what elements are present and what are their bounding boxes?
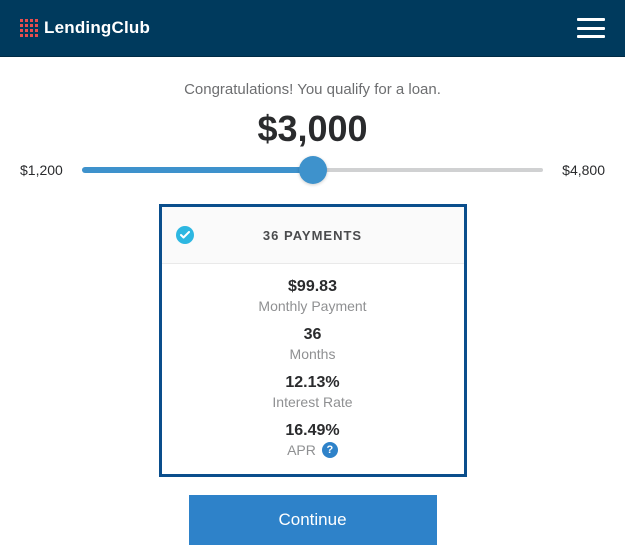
help-icon[interactable]: ?: [322, 442, 338, 458]
brand-logo: LendingClub: [20, 18, 150, 38]
monthly-payment-value: $99.83: [172, 278, 454, 296]
metric-monthly-payment: $99.83 Monthly Payment: [172, 278, 454, 314]
slider-min-label: $1,200: [20, 162, 76, 178]
offer-card-header: 36 PAYMENTS: [162, 207, 464, 264]
offer-title: 36 PAYMENTS: [263, 228, 362, 243]
metric-months: 36 Months: [172, 326, 454, 362]
metric-interest-rate: 12.13% Interest Rate: [172, 374, 454, 410]
offer-card: 36 PAYMENTS $99.83 Monthly Payment 36 Mo…: [159, 204, 467, 477]
menu-icon[interactable]: [577, 18, 605, 38]
months-label: Months: [172, 346, 454, 362]
slider-track[interactable]: [82, 167, 543, 173]
slider-max-label: $4,800: [549, 162, 605, 178]
slider-track-fill: [82, 167, 313, 173]
metric-apr: 16.49% APR ?: [172, 422, 454, 458]
loan-amount: $3,000: [0, 108, 625, 150]
monthly-payment-label: Monthly Payment: [172, 298, 454, 314]
apr-label: APR ?: [172, 442, 454, 458]
interest-rate-value: 12.13%: [172, 374, 454, 392]
continue-button[interactable]: Continue: [189, 495, 437, 545]
check-icon: [176, 226, 194, 244]
brand-name: LendingClub: [44, 18, 150, 38]
main-content: Congratulations! You qualify for a loan.…: [0, 57, 625, 545]
offer-card-body: $99.83 Monthly Payment 36 Months 12.13% …: [162, 264, 464, 474]
interest-rate-label: Interest Rate: [172, 394, 454, 410]
brand-logo-mark: [20, 19, 38, 37]
slider-thumb[interactable]: [299, 156, 327, 184]
months-value: 36: [172, 326, 454, 344]
apr-label-text: APR: [287, 442, 316, 458]
congrats-message: Congratulations! You qualify for a loan.: [0, 81, 625, 98]
apr-value: 16.49%: [172, 422, 454, 440]
app-header: LendingClub: [0, 0, 625, 57]
loan-amount-slider[interactable]: $1,200 $4,800: [0, 162, 625, 178]
